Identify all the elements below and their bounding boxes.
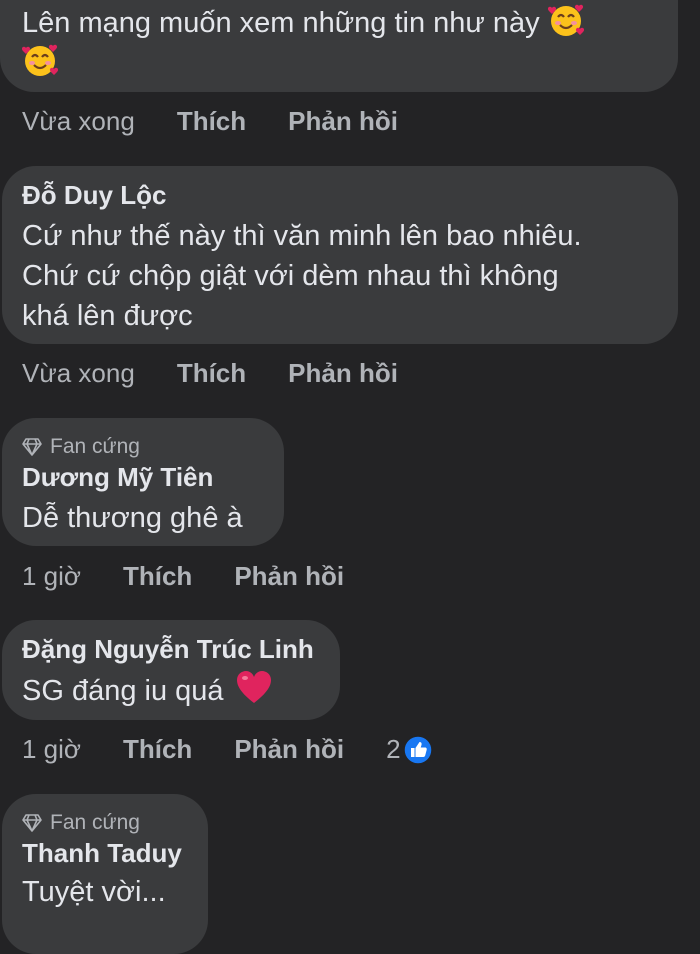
red-heart-icon	[236, 671, 271, 703]
smiling-face-with-hearts-icon	[22, 42, 58, 78]
comment-text-line: khá lên được	[22, 300, 193, 332]
comment-text-line: Chứ cứ chộp giật với dèm nhau thì không	[22, 260, 559, 292]
comment-time: 1 giờ	[22, 561, 81, 591]
comment-bubble: Lên mạng muốn xem những tin như này	[0, 0, 678, 92]
like-button[interactable]: Thích	[177, 106, 246, 137]
reply-button[interactable]: Phản hồi	[234, 561, 344, 592]
comment-author[interactable]: Thanh Taduy	[22, 836, 182, 870]
reply-button[interactable]: Phản hồi	[288, 106, 398, 137]
comment-bubble: Fan cứng Thanh Taduy Tuyệt vời...	[2, 794, 208, 954]
comment-bubble: Đặng Nguyễn Trúc Linh SG đáng iu quá	[2, 620, 340, 720]
comment-text: SG đáng iu quá	[22, 670, 272, 711]
comment-time: Vừa xong	[22, 106, 135, 136]
comment-text-line	[22, 42, 58, 83]
comment-time: Vừa xong	[22, 358, 135, 388]
comment-actions: Vừa xong Thích Phản hồi	[22, 358, 398, 389]
comment-author[interactable]: Dương Mỹ Tiên	[22, 460, 213, 494]
diamond-icon	[22, 814, 42, 832]
badge-label: Fan cứng	[50, 811, 140, 834]
smiling-face-with-hearts-icon	[548, 2, 584, 38]
fan-badge: Fan cứng	[22, 810, 140, 836]
comment-author[interactable]: Đặng Nguyễn Trúc Linh	[22, 632, 314, 666]
badge-label: Fan cứng	[50, 435, 140, 458]
comment-actions: Vừa xong Thích Phản hồi	[22, 106, 398, 137]
comment-text: Tuyệt vời...	[22, 876, 166, 908]
comment-actions: 1 giờ Thích Phản hồi	[22, 561, 344, 592]
comment-bubble: Đỗ Duy Lộc Cứ như thế này thì văn minh l…	[2, 166, 678, 344]
comment-text-line: Cứ như thế này thì văn minh lên bao nhiê…	[22, 220, 582, 252]
comment-actions: 1 giờ Thích Phản hồi 2	[22, 734, 433, 765]
like-thumb-icon[interactable]	[402, 734, 433, 765]
comment-author[interactable]: Đỗ Duy Lộc	[22, 178, 166, 212]
like-button[interactable]: Thích	[123, 561, 192, 592]
comment-time: 1 giờ	[22, 734, 81, 764]
reply-button[interactable]: Phản hồi	[288, 358, 398, 389]
comment-text: Lên mạng muốn xem những tin như này	[22, 2, 584, 43]
reply-button[interactable]: Phản hồi	[234, 734, 344, 765]
diamond-icon	[22, 438, 42, 456]
like-button[interactable]: Thích	[177, 358, 246, 389]
reaction-count[interactable]: 2	[386, 734, 400, 765]
like-button[interactable]: Thích	[123, 734, 192, 765]
comment-text: Dễ thương ghê à	[22, 502, 243, 534]
fan-badge: Fan cứng	[22, 434, 140, 460]
comment-bubble: Fan cứng Dương Mỹ Tiên Dễ thương ghê à	[2, 418, 284, 546]
